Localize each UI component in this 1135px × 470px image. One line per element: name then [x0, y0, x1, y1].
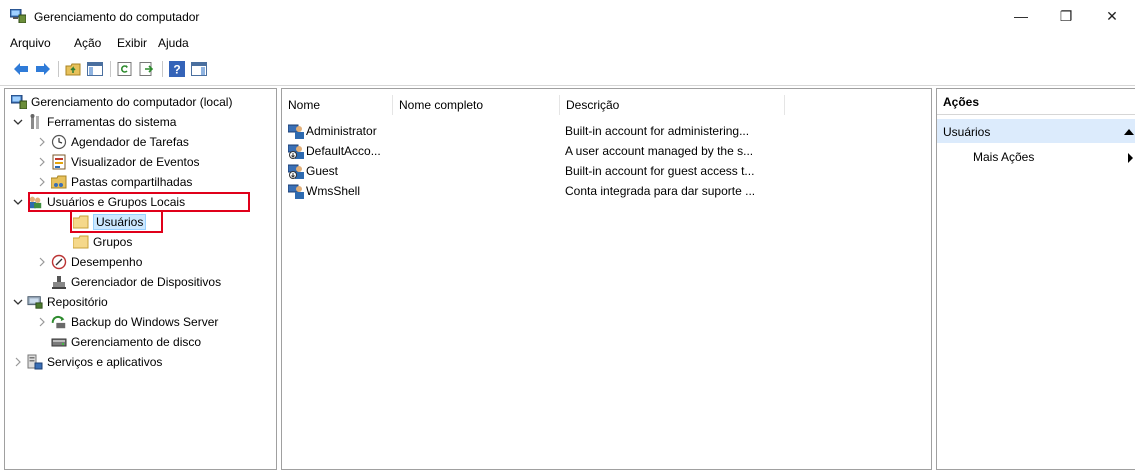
chevron-right-icon[interactable]: [37, 257, 47, 267]
tree-item-shared-folders[interactable]: Pastas compartilhadas: [37, 172, 192, 192]
tree-label: Repositório: [47, 295, 108, 309]
tree-item-groups[interactable]: Grupos: [73, 232, 132, 252]
tree-label: Ferramentas do sistema: [47, 115, 177, 129]
chevron-right-icon[interactable]: [13, 357, 23, 367]
device-manager-icon: [51, 274, 67, 290]
list-item[interactable]: Administrator: [287, 121, 377, 141]
actions-title: Ações: [937, 89, 1135, 115]
user-description: Built-in account for guest access t...: [565, 164, 755, 178]
tree-item-storage[interactable]: Repositório: [13, 292, 108, 312]
services-icon: [27, 354, 43, 370]
list-item[interactable]: DefaultAcco...: [287, 141, 381, 161]
tree-label: Backup do Windows Server: [71, 315, 219, 329]
title-bar: Gerenciamento do computador — ❐ ✕: [0, 0, 1135, 32]
column-header-full-name[interactable]: Nome completo: [393, 95, 559, 115]
disabled-user-icon: [287, 163, 304, 179]
user-description: Conta integrada para dar suporte ...: [565, 184, 756, 198]
chevron-right-icon[interactable]: [37, 137, 47, 147]
maximize-button[interactable]: ❐: [1043, 0, 1089, 32]
user-name: Guest: [306, 164, 339, 178]
tree-item-root[interactable]: Gerenciamento do computador (local): [11, 92, 232, 112]
menu-ajuda[interactable]: Ajuda: [158, 36, 189, 50]
tree-item-services-apps[interactable]: Serviços e aplicativos: [13, 352, 162, 372]
tree-label: Gerenciamento de disco: [71, 335, 202, 349]
chevron-right-icon[interactable]: [37, 177, 47, 187]
user-name: DefaultAcco...: [306, 144, 381, 158]
svg-text:?: ?: [173, 63, 180, 77]
tree-label: Serviços e aplicativos: [47, 355, 163, 369]
tree-label: Pastas compartilhadas: [71, 175, 193, 189]
tools-icon: [27, 114, 43, 130]
tree-item-system-tools[interactable]: Ferramentas do sistema: [13, 112, 176, 132]
column-header-name[interactable]: Nome: [282, 95, 392, 115]
chevron-right-icon[interactable]: [37, 317, 47, 327]
tree-item-disk-management[interactable]: Gerenciamento de disco: [51, 332, 201, 352]
menu-exibir[interactable]: Exibir: [117, 36, 147, 50]
clock-icon: [51, 134, 67, 150]
toolbar: ?: [0, 55, 1135, 83]
chevron-down-icon[interactable]: [13, 117, 23, 127]
column-header-description[interactable]: Descrição: [560, 95, 784, 115]
tree-label: Desempenho: [71, 255, 143, 269]
tree-label: Gerenciador de Dispositivos: [71, 275, 222, 289]
list-item[interactable]: Guest: [287, 161, 339, 181]
actions-section-label: Usuários: [943, 125, 991, 139]
more-actions-item[interactable]: Mais Ações: [973, 150, 1034, 164]
tree-item-performance[interactable]: Desempenho: [37, 252, 142, 272]
computer-management-icon: [9, 8, 27, 24]
tree-item-windows-server-backup[interactable]: Backup do Windows Server: [37, 312, 218, 332]
close-button[interactable]: ✕: [1089, 0, 1135, 32]
refresh-icon[interactable]: [116, 60, 134, 78]
user-icon: [287, 183, 304, 199]
chevron-down-icon[interactable]: [13, 197, 23, 207]
disabled-user-icon: [287, 143, 304, 159]
forward-arrow-icon[interactable]: [34, 60, 52, 78]
minimize-button[interactable]: —: [998, 0, 1044, 32]
shared-folder-icon: [51, 174, 67, 190]
actions-pane: Ações Usuários Mais Ações: [936, 88, 1135, 470]
submenu-arrow-icon[interactable]: [1128, 153, 1133, 163]
show-hide-tree-icon[interactable]: [86, 60, 104, 78]
users-list-view: Nome Nome completo Descrição Administrat…: [281, 88, 932, 470]
tree-item-task-scheduler[interactable]: Agendador de Tarefas: [37, 132, 189, 152]
user-description: Built-in account for administering...: [565, 124, 750, 138]
user-name: WmsShell: [306, 184, 361, 198]
computer-management-icon: [11, 94, 27, 110]
console-tree: Gerenciamento do computador (local) Ferr…: [4, 88, 277, 470]
performance-gauge-icon: [51, 254, 67, 270]
chevron-down-icon[interactable]: [13, 297, 23, 307]
export-list-icon[interactable]: [138, 60, 156, 78]
tree-item-device-manager[interactable]: Gerenciador de Dispositivos: [51, 272, 221, 292]
toolbar-divider: [0, 85, 1135, 86]
tree-label: Grupos: [93, 235, 133, 249]
user-description: A user account managed by the s...: [565, 144, 754, 158]
up-folder-icon[interactable]: [64, 60, 82, 78]
menu-acao[interactable]: Ação: [74, 36, 101, 50]
annotation-highlight-users: [70, 210, 163, 233]
tree-label: Agendador de Tarefas: [71, 135, 189, 149]
back-arrow-icon[interactable]: [12, 60, 30, 78]
window-title: Gerenciamento do computador: [34, 10, 200, 24]
show-hide-action-pane-icon[interactable]: [190, 60, 208, 78]
tree-item-event-viewer[interactable]: Visualizador de Eventos: [37, 152, 200, 172]
user-icon: [287, 123, 304, 139]
event-viewer-icon: [51, 154, 67, 170]
user-name: Administrator: [306, 124, 377, 138]
menu-arquivo[interactable]: Arquivo: [10, 36, 51, 50]
folder-icon: [73, 234, 89, 250]
help-icon[interactable]: ?: [168, 60, 186, 78]
storage-icon: [27, 294, 43, 310]
menu-bar: Arquivo Ação Exibir Ajuda: [0, 32, 1135, 54]
collapse-arrow-icon[interactable]: [1124, 129, 1134, 135]
actions-section-users[interactable]: Usuários: [937, 119, 1135, 143]
list-item[interactable]: WmsShell: [287, 181, 361, 201]
backup-icon: [51, 314, 67, 330]
chevron-right-icon[interactable]: [37, 157, 47, 167]
disk-icon: [51, 334, 67, 350]
tree-label: Visualizador de Eventos: [71, 155, 200, 169]
annotation-highlight-local-users: [28, 192, 250, 212]
tree-label: Gerenciamento do computador (local): [31, 95, 233, 109]
